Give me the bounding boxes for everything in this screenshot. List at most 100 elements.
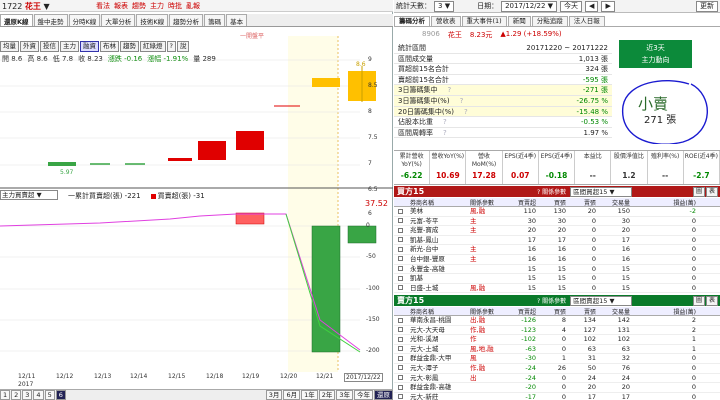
checkbox-box[interactable]	[397, 208, 403, 214]
row-checkbox[interactable]	[394, 326, 406, 335]
table-row[interactable]: 元大-大天母 作,融 -123 4 127 131 2	[394, 326, 720, 336]
broker-name[interactable]: 永豐金-高雄	[406, 265, 470, 274]
broker-name[interactable]: 元大-新莊	[406, 393, 470, 400]
checkbox-box[interactable]	[397, 256, 403, 262]
table-row[interactable]: 日盛-土城 風,融 15 15 0 15 0	[394, 284, 720, 294]
row-checkbox[interactable]	[394, 364, 406, 373]
refresh-button[interactable]: 更新	[696, 0, 718, 12]
row-checkbox[interactable]	[394, 245, 406, 254]
table-row[interactable]: 凱基 15 15 0 15 0	[394, 274, 720, 284]
checkbox-box[interactable]	[397, 227, 403, 233]
table-row[interactable]: 元大-潭子 作,融 -24 26 50 76 0	[394, 364, 720, 374]
broker-name[interactable]: 元富-苓平	[406, 217, 470, 226]
table-row[interactable]: 群益金鼎-高雄 -20 0 20 20 0	[394, 383, 720, 393]
checkbox-box[interactable]	[397, 336, 403, 342]
row-checkbox[interactable]	[394, 207, 406, 216]
table-row[interactable]: 元大-土城 風,地,融 -63 0 63 63 1	[394, 345, 720, 355]
table-row[interactable]: 光和-溪湖作 -102 0 102 102 1	[394, 335, 720, 345]
table-row[interactable]: 元大-彰鳳出 -24 0 24 24 0	[394, 374, 720, 384]
page-button-5[interactable]: 5	[44, 390, 55, 400]
table-row[interactable]: 美林 風,融 110 130 20 150 -2	[394, 207, 720, 217]
col-header-5[interactable]: 交易量	[596, 307, 630, 316]
sell-relation-param-link[interactable]: ? 關係參數	[537, 296, 566, 305]
broker-name[interactable]: 光和-溪湖	[406, 335, 470, 344]
checkbox-box[interactable]	[397, 275, 403, 281]
page-button-4[interactable]: 4	[33, 390, 44, 400]
date-picker[interactable]: 2017/12/22 ▼	[501, 0, 558, 12]
col-header-6[interactable]: 損益(萬)	[630, 307, 700, 316]
period-button-5[interactable]: 今年	[354, 390, 373, 400]
col-header-0[interactable]: 券商名稱	[406, 307, 470, 316]
row-checkbox[interactable]	[394, 354, 406, 363]
period-button-0[interactable]: 3月	[265, 390, 283, 400]
help-icon[interactable]: ?	[443, 118, 447, 126]
row-checkbox[interactable]	[394, 335, 406, 344]
table-row[interactable]: 元大-新莊 -17 0 17 17 0	[394, 393, 720, 400]
buytools-1[interactable]: 表	[705, 186, 718, 197]
row-checkbox[interactable]	[394, 226, 406, 235]
checkbox-box[interactable]	[397, 327, 403, 333]
help-icon[interactable]: ?	[443, 129, 447, 137]
checkbox-box[interactable]	[397, 346, 403, 352]
buy-range-select[interactable]: 區間買超15 ▼	[570, 186, 633, 197]
checkbox-box[interactable]	[397, 375, 403, 381]
analysis-tab-0[interactable]: 籌碼分析	[394, 16, 430, 26]
broker-name[interactable]: 美林	[406, 207, 470, 216]
period-button-1[interactable]: 6月	[283, 390, 301, 400]
table-row[interactable]: 兆豐-寶成主 20 20 0 20 0	[394, 226, 720, 236]
period-button-3[interactable]: 2年	[318, 390, 336, 400]
help-icon[interactable]: ?	[460, 97, 464, 105]
analysis-tab-3[interactable]: 新聞	[507, 16, 531, 26]
broker-name[interactable]: 群益金鼎-高雄	[406, 383, 470, 392]
header-checkbox[interactable]	[394, 198, 406, 206]
checkbox-box[interactable]	[397, 218, 403, 224]
table-row[interactable]: 凱基-鳳山 17 17 0 17 0	[394, 236, 720, 246]
buytools-0[interactable]: 圖	[692, 186, 705, 197]
broker-name[interactable]: 新光-台中	[406, 245, 470, 254]
broker-name[interactable]: 凱基	[406, 274, 470, 283]
selltools-1[interactable]: 表	[705, 295, 718, 306]
analysis-tab-4[interactable]: 分點追蹤	[531, 16, 568, 26]
col-header-1[interactable]: 關係參數	[470, 198, 496, 207]
today-button[interactable]: 今天	[560, 0, 583, 12]
row-checkbox[interactable]	[394, 345, 406, 354]
table-row[interactable]: 群益金鼎-大甲風 -30 1 31 32 0	[394, 354, 720, 364]
row-checkbox[interactable]	[394, 255, 406, 264]
col-header-3[interactable]: 買張	[536, 198, 566, 207]
period-select[interactable]: 3 ▼	[434, 0, 455, 12]
row-checkbox[interactable]	[394, 274, 406, 283]
row-checkbox[interactable]	[394, 393, 406, 400]
broker-name[interactable]: 元大-土城	[406, 345, 470, 354]
nav-forward-button[interactable]: ▶	[601, 0, 615, 12]
col-header-3[interactable]: 買張	[536, 307, 566, 316]
indicator-select[interactable]: 主力買賣超 ▼	[0, 190, 58, 200]
broker-name[interactable]: 元大-大天母	[406, 326, 470, 335]
broker-name[interactable]: 日盛-土城	[406, 284, 470, 293]
period-button-4[interactable]: 3年	[336, 390, 353, 400]
checkbox-box[interactable]	[397, 317, 403, 323]
broker-name[interactable]: 元大-潭子	[406, 364, 470, 373]
checkbox-box[interactable]	[397, 285, 403, 291]
col-header-6[interactable]: 損益(萬)	[630, 198, 700, 207]
checkbox-box[interactable]	[397, 237, 403, 243]
col-header-0[interactable]: 券商名稱	[406, 198, 470, 207]
page-button-2[interactable]: 2	[11, 390, 22, 400]
checkbox-box[interactable]	[397, 365, 403, 371]
checkbox-box[interactable]	[397, 355, 403, 361]
broker-name[interactable]: 凱基-鳳山	[406, 236, 470, 245]
broker-name[interactable]: 群益金鼎-大甲	[406, 354, 470, 363]
table-row[interactable]: 元富-苓平主 30 30 0 30 0	[394, 217, 720, 227]
checkbox-box[interactable]	[397, 394, 403, 400]
table-row[interactable]: 華南永昌-桃園 出,融 -126 8 134 142 2	[394, 316, 720, 326]
page-button-3[interactable]: 3	[22, 390, 33, 400]
broker-name[interactable]: 華南永昌-桃園	[406, 316, 470, 325]
checkbox-box[interactable]	[397, 266, 403, 272]
row-checkbox[interactable]	[394, 316, 406, 325]
table-row[interactable]: 永豐金-高雄 15 15 0 15 0	[394, 265, 720, 275]
row-checkbox[interactable]	[394, 284, 406, 293]
col-header-2[interactable]: 買賣超	[496, 198, 536, 207]
page-button-1[interactable]: 1	[0, 390, 11, 400]
row-checkbox[interactable]	[394, 383, 406, 392]
header-checkbox[interactable]	[394, 307, 406, 315]
period-button-2[interactable]: 1年	[301, 390, 318, 400]
